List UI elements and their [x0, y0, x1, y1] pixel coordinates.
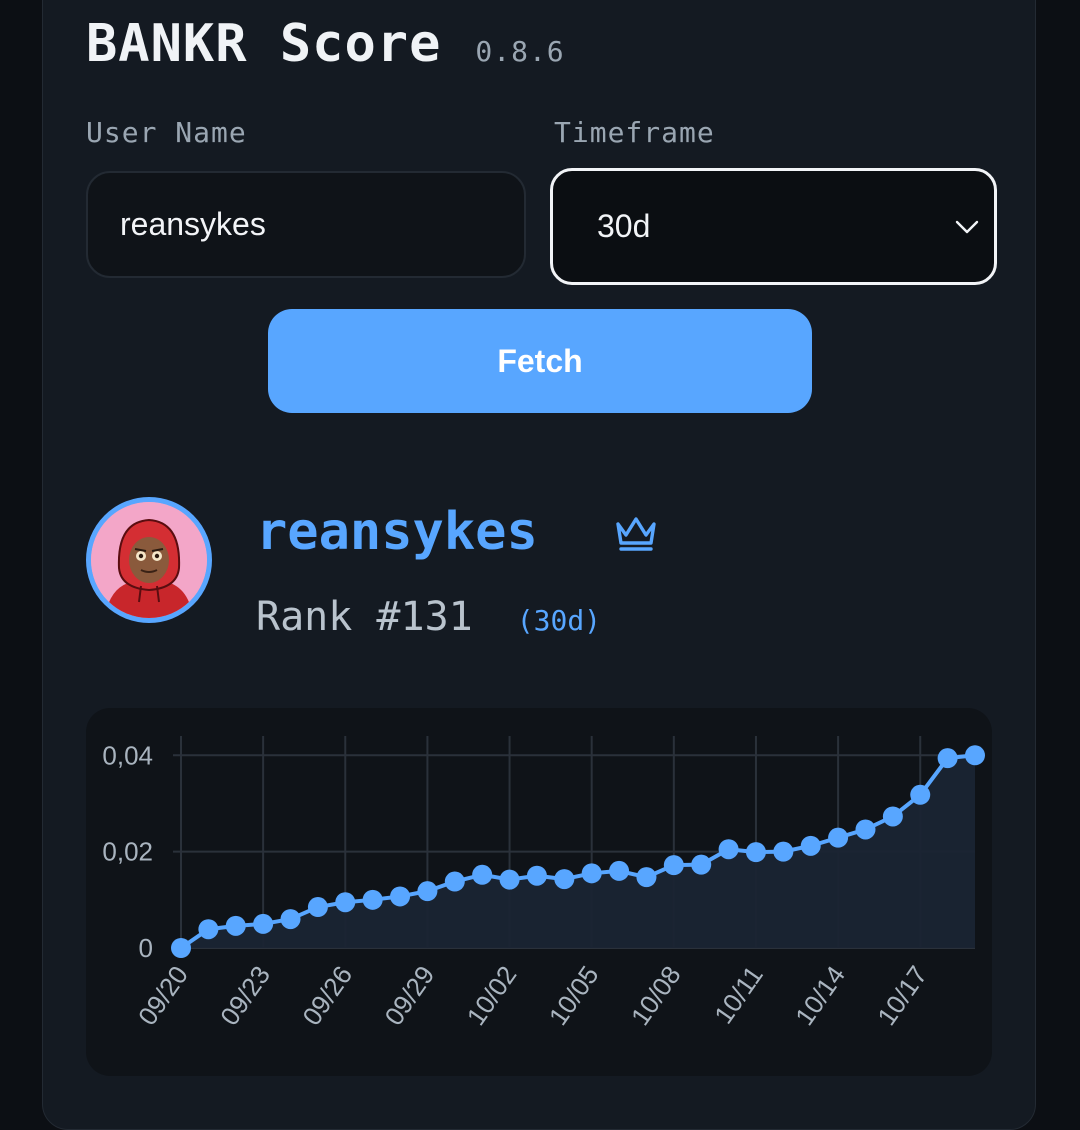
data-point [855, 819, 876, 840]
rank-timeframe: (30d) [516, 604, 602, 637]
crown-icon [616, 517, 656, 551]
data-point [636, 867, 657, 888]
data-point [773, 841, 794, 862]
timeframe-select[interactable]: 30d [550, 168, 997, 285]
data-point [554, 869, 575, 890]
data-point [745, 842, 766, 863]
data-point [663, 855, 684, 876]
avatar-illustration [91, 502, 207, 618]
header: BANKR Score 0.8.6 [86, 14, 565, 74]
x-tick-label: 09/23 [214, 960, 276, 1031]
app-title: BANKR Score [86, 14, 442, 74]
data-point [362, 889, 383, 910]
avatar [86, 497, 212, 623]
x-tick-label: 10/08 [625, 960, 687, 1031]
app-version: 0.8.6 [475, 35, 565, 68]
data-point [253, 913, 274, 934]
data-point [171, 938, 191, 958]
score-chart: 0 0,02 0,04 09/20 09/23 09/26 09/29 10/02 10/05 1… [102, 736, 985, 1031]
y-tick-label: 0 [139, 933, 153, 963]
x-tick-label: 10/17 [871, 960, 933, 1031]
profile-username: reansykes [256, 502, 538, 562]
data-point [691, 854, 712, 875]
x-tick-label: 09/20 [132, 960, 194, 1031]
y-tick-label: 0,04 [102, 740, 153, 770]
data-point [335, 892, 356, 913]
x-tick-label: 10/14 [789, 960, 851, 1031]
score-chart-panel: 0 0,02 0,04 09/20 09/23 09/26 09/29 10/02 10/05 1… [86, 708, 992, 1076]
data-point [526, 865, 547, 886]
data-point [307, 897, 328, 918]
user-name-input[interactable]: reansykes [86, 171, 526, 278]
x-tick-label: 09/26 [296, 960, 358, 1031]
data-point [609, 860, 630, 881]
data-point [965, 745, 985, 766]
x-tick-label: 10/11 [708, 960, 769, 1029]
data-point [937, 748, 958, 769]
x-tick-label: 10/02 [461, 960, 523, 1031]
data-point [882, 806, 903, 827]
chevron-down-icon [955, 220, 979, 234]
data-point [718, 839, 739, 860]
user-name-label: User Name [86, 116, 247, 149]
data-point [472, 864, 493, 885]
rank-row: Rank #131 (30d) [256, 594, 601, 640]
x-tick-label: 09/29 [378, 960, 440, 1031]
data-point [390, 886, 411, 907]
user-name-value: reansykes [120, 206, 266, 242]
data-point [198, 919, 219, 940]
data-point [910, 784, 931, 805]
rank-text: Rank #131 [256, 594, 473, 640]
timeframe-label: Timeframe [554, 116, 715, 149]
data-point [280, 909, 301, 930]
x-tick-label: 10/05 [543, 960, 605, 1031]
data-point [581, 863, 602, 884]
data-point [800, 835, 821, 856]
fetch-button[interactable]: Fetch [268, 309, 812, 413]
data-point [225, 915, 246, 936]
timeframe-value: 30d [597, 208, 651, 244]
y-tick-label: 0,02 [102, 837, 153, 867]
data-point [499, 869, 520, 890]
data-point [417, 881, 438, 902]
data-point [828, 827, 849, 848]
data-point [444, 871, 465, 892]
